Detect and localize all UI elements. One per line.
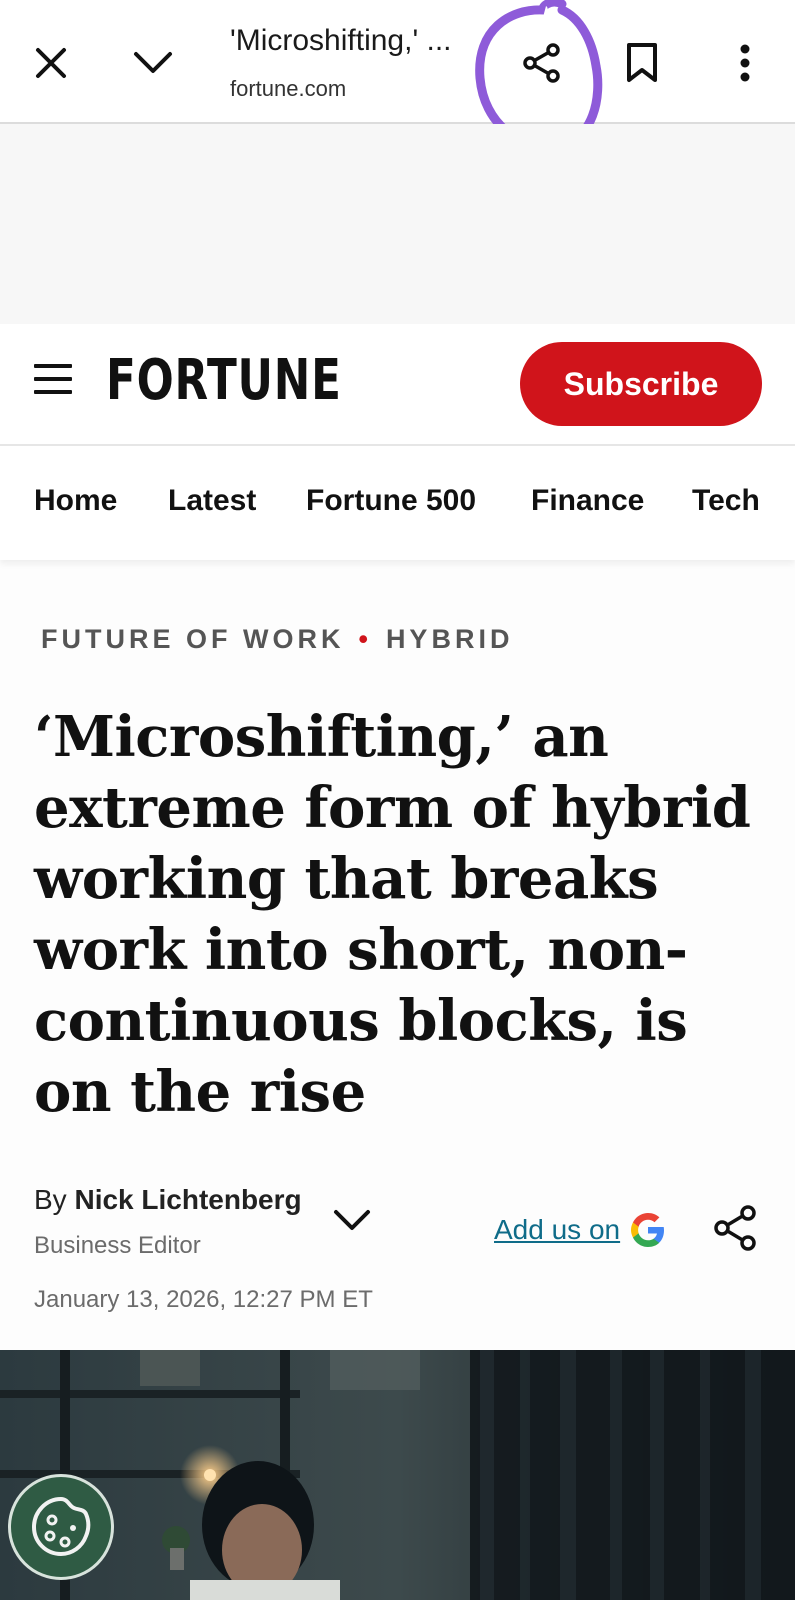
- nav-item-finance[interactable]: Finance: [531, 484, 644, 518]
- subcategory-link[interactable]: HYBRID: [386, 624, 514, 654]
- nav-item-tech[interactable]: Tech: [692, 484, 760, 518]
- bookmark-icon[interactable]: [615, 36, 669, 90]
- close-icon[interactable]: [24, 36, 78, 90]
- tab-title: 'Microshifting,' ...: [230, 24, 452, 57]
- fortune-logo[interactable]: FORTUNE: [106, 348, 342, 413]
- ad-placeholder: [0, 124, 795, 324]
- author-name[interactable]: Nick Lichtenberg: [74, 1184, 301, 1215]
- site-header: FORTUNE Subscribe: [0, 324, 795, 446]
- article-eyebrow: FUTURE OF WORK • HYBRID: [41, 624, 513, 655]
- menu-icon[interactable]: [34, 364, 72, 396]
- byline: By Nick Lichtenberg: [34, 1184, 302, 1216]
- browser-toolbar: 'Microshifting,' ... fortune.com: [0, 0, 795, 151]
- nav-item-home[interactable]: Home: [34, 484, 117, 518]
- cookie-settings-button[interactable]: [8, 1474, 114, 1580]
- section-nav: Home Latest Fortune 500 Finance Tech: [0, 446, 795, 560]
- article-headline: ‘Microshifting,’ an extreme form of hybr…: [34, 704, 751, 1125]
- publish-date: January 13, 2026, 12:27 PM ET: [34, 1286, 373, 1313]
- category-link[interactable]: FUTURE OF WORK: [41, 624, 344, 654]
- cookie-icon: [32, 1497, 91, 1556]
- byline-prefix: By: [34, 1184, 67, 1215]
- add-us-on-google-link[interactable]: Add us on: [494, 1214, 620, 1246]
- chevron-down-icon[interactable]: [126, 36, 180, 90]
- subscribe-button[interactable]: Subscribe: [520, 342, 762, 426]
- hero-image: [0, 1350, 795, 1600]
- more-vert-icon[interactable]: [718, 36, 772, 90]
- nav-item-fortune-500[interactable]: Fortune 500: [306, 484, 476, 518]
- article-share-icon[interactable]: [712, 1204, 760, 1252]
- separator-dot: •: [358, 624, 372, 654]
- author-expand-chevron-icon[interactable]: [330, 1200, 374, 1240]
- google-icon[interactable]: [628, 1210, 668, 1250]
- author-title: Business Editor: [34, 1232, 201, 1259]
- tab-domain: fortune.com: [230, 76, 347, 101]
- nav-item-latest[interactable]: Latest: [168, 484, 256, 518]
